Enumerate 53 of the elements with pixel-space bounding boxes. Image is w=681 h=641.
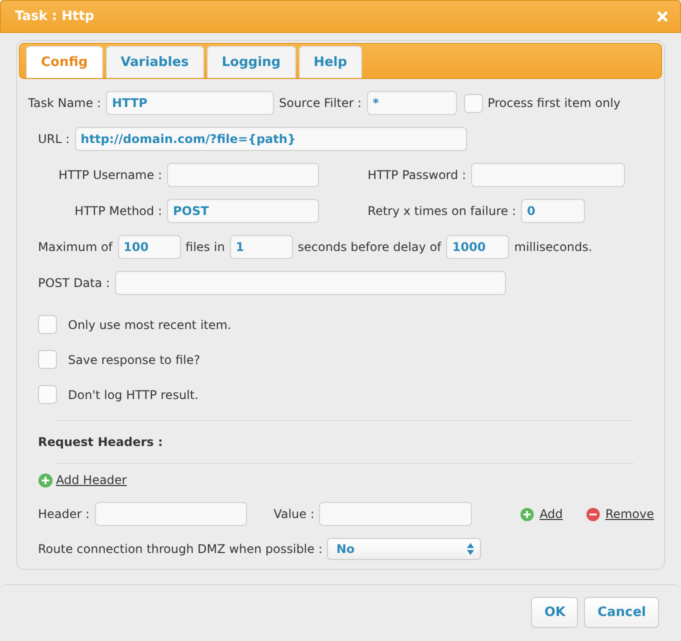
window-title: Task : Http	[15, 9, 94, 24]
input-field[interactable]: POST	[167, 199, 319, 223]
field-label: Save response to file?	[68, 352, 200, 366]
input-field[interactable]: 1	[230, 235, 293, 259]
field-label: Only use most recent item.	[68, 318, 232, 332]
field-label: Header :	[38, 507, 90, 521]
section-heading: Request Headers :	[38, 435, 163, 449]
field-label: Source Filter :	[278, 96, 362, 110]
dmz-select[interactable]: No	[327, 538, 482, 560]
add-icon	[520, 506, 535, 522]
checkbox[interactable]	[464, 94, 483, 112]
tab[interactable]: Help	[298, 46, 362, 78]
input-field[interactable]	[94, 502, 247, 526]
tab[interactable]: Variables	[106, 46, 204, 78]
checkbox[interactable]	[38, 385, 57, 404]
checkbox[interactable]	[38, 350, 57, 369]
field-label: milliseconds.	[514, 240, 592, 254]
field-label: Route connection through DMZ when possible :	[38, 542, 322, 556]
input-field[interactable]: 0	[521, 199, 585, 223]
tab[interactable]: Config	[26, 46, 103, 78]
ok-button[interactable]: OK	[531, 597, 578, 628]
field-label: Task Name :	[28, 96, 101, 110]
field-label: files in	[186, 240, 225, 254]
input-field[interactable]: *	[366, 91, 457, 115]
close-icon[interactable]	[657, 11, 668, 22]
input-field[interactable]: 1000	[446, 235, 510, 259]
field-label: seconds before delay of	[298, 240, 442, 254]
input-field[interactable]	[114, 271, 506, 295]
field-label: Process first item only	[488, 96, 621, 110]
input-field[interactable]	[471, 163, 625, 187]
input-field[interactable]: 100	[118, 235, 181, 259]
field-label: URL :	[38, 132, 70, 146]
field-label: HTTP Password :	[366, 168, 466, 182]
cancel-button[interactable]: Cancel	[584, 597, 659, 628]
field-label: Maximum of	[38, 240, 113, 254]
input-field[interactable]	[167, 163, 319, 187]
input-field[interactable]	[319, 502, 472, 526]
add-icon	[38, 472, 53, 488]
field-label: POST Data :	[38, 276, 110, 290]
field-label: HTTP Method :	[74, 204, 162, 218]
add-link[interactable]: Add	[540, 507, 563, 521]
updown-icon	[467, 543, 474, 555]
checkbox[interactable]	[38, 315, 57, 334]
input-field[interactable]: HTTP	[106, 91, 274, 115]
field-label: Retry x times on failure :	[366, 204, 516, 218]
remove-icon	[586, 506, 600, 522]
field-label: Value :	[274, 507, 314, 521]
field-label: Don't log HTTP result.	[68, 388, 198, 402]
add-header-link[interactable]: Add Header	[56, 473, 127, 487]
field-label: HTTP Username :	[57, 168, 162, 182]
tab[interactable]: Logging	[206, 46, 296, 78]
input-field[interactable]: http://domain.com/?file={path}	[74, 127, 467, 151]
remove-link[interactable]: Remove	[605, 507, 654, 521]
